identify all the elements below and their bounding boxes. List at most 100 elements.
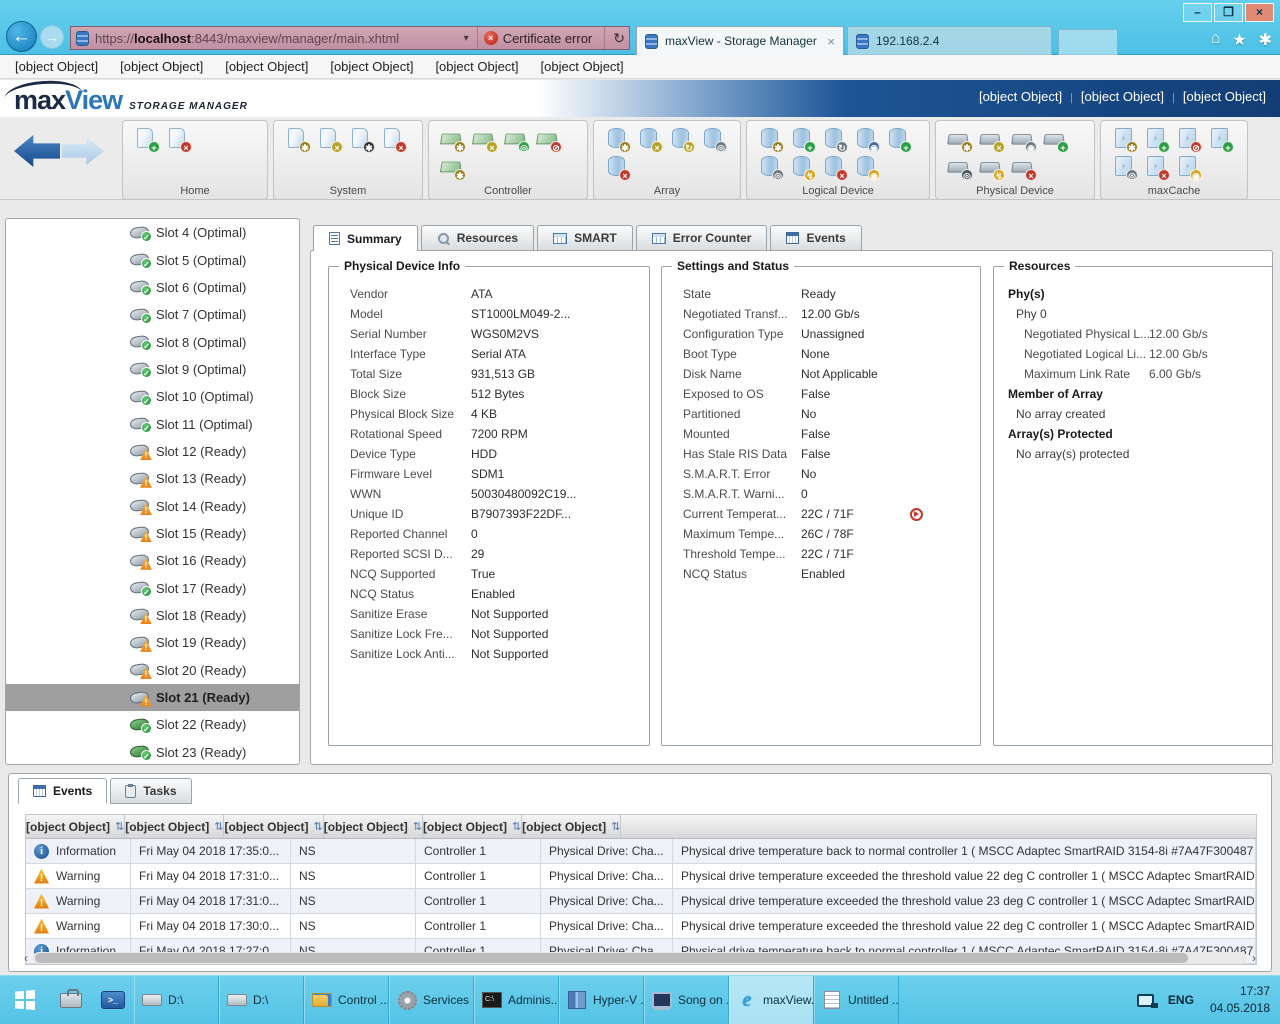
physical-device-locate-icon[interactable]: ◎	[946, 155, 974, 181]
event-row[interactable]: !Warning Fri May 04 2018 17:30:0... NS C…	[26, 914, 1256, 939]
system-properties-icon[interactable]: ×	[316, 127, 344, 153]
maxcache-locate-icon[interactable]: ◎	[1111, 155, 1139, 181]
restore-button[interactable]: ❐	[1214, 3, 1243, 22]
sort-icon[interactable]: ⇅	[413, 820, 422, 833]
add-system-icon[interactable]: +	[133, 127, 161, 153]
taskbar-app-button[interactable]: Song on ...	[644, 976, 729, 1024]
system-settings-icon[interactable]: ✱	[284, 127, 312, 153]
address-bar[interactable]: https://localhost:8443/maxview/manager/m…	[70, 26, 630, 50]
column-header[interactable]: [object Object]⇅	[324, 815, 423, 838]
navigate-back-button[interactable]	[14, 135, 60, 167]
controller-lock-icon[interactable]: ✱	[439, 155, 467, 181]
disable-alarm-icon[interactable]: ⊘	[535, 127, 563, 153]
sidebar-slot-item[interactable]: ✓ Slot 6 (Optimal)	[6, 274, 299, 301]
physical-device-delete-icon[interactable]: ×	[1010, 155, 1038, 181]
taskbar-app-button[interactable]: D:\	[134, 976, 219, 1024]
horizontal-scrollbar[interactable]: ‹ ›	[19, 950, 1261, 966]
certificate-error-button[interactable]: × Certificate error	[477, 27, 599, 49]
logical-device-expand-icon[interactable]: ↻	[821, 127, 849, 153]
taskbar-app-button[interactable]: e maxView...	[729, 976, 814, 1024]
taskbar-app-button[interactable]: D:\	[219, 976, 304, 1024]
physical-device-stats-icon[interactable]: +	[1042, 127, 1070, 153]
logical-device-settings-icon[interactable]: ✱	[757, 127, 785, 153]
tab-close-icon[interactable]: ×	[821, 34, 835, 49]
event-row[interactable]: !Warning Fri May 04 2018 17:31:0... NS C…	[26, 889, 1256, 914]
event-row[interactable]: iInformation Fri May 04 2018 17:35:0... …	[26, 839, 1256, 864]
taskbar-app-button[interactable]: Control ...	[304, 976, 389, 1024]
logical-device-move-icon[interactable]: ◉	[853, 127, 881, 153]
agent-actions-icon[interactable]: ✱	[348, 127, 376, 153]
close-button[interactable]: ×	[1245, 3, 1274, 22]
menu-item[interactable]: [object Object]	[319, 59, 424, 74]
column-header[interactable]: [object Object]⇅	[522, 815, 621, 838]
settings-gear-icon[interactable]: ✱	[1259, 30, 1272, 50]
bottom-tab[interactable]: Tasks	[110, 778, 191, 804]
physical-device-force-icon[interactable]: ↯	[978, 155, 1006, 181]
event-row[interactable]: !Warning Fri May 04 2018 17:31:0... NS C…	[26, 864, 1256, 889]
logical-device-power-icon[interactable]: ◉	[853, 155, 881, 181]
browser-tab[interactable]: 192.168.2.4	[847, 26, 1052, 55]
sort-icon[interactable]: ⇅	[313, 820, 322, 833]
sidebar-slot-item[interactable]: ✓ Slot 17 (Ready)	[6, 574, 299, 601]
maxcache-delete-icon[interactable]: ×	[1143, 155, 1171, 181]
sidebar-slot-item[interactable]: ✓ Slot 4 (Optimal)	[6, 219, 299, 246]
sidebar-slot-item[interactable]: ✓ Slot 10 (Optimal)	[6, 383, 299, 410]
logical-device-locate-icon[interactable]: ◎	[757, 155, 785, 181]
column-header[interactable]: [object Object]⇅	[125, 815, 224, 838]
detail-tab[interactable]: SMART	[537, 225, 633, 250]
delete-system-icon[interactable]: ×	[165, 127, 193, 153]
array-rebuild-icon[interactable]: ↻	[668, 127, 696, 153]
sidebar-slot-item[interactable]: ✓ Slot 5 (Optimal)	[6, 246, 299, 273]
sidebar-slot-item[interactable]: ! Slot 18 (Ready)	[6, 602, 299, 629]
powershell-button[interactable]: >_	[92, 976, 134, 1024]
sort-icon[interactable]: ⇅	[214, 820, 223, 833]
sidebar-slot-item[interactable]: ! Slot 13 (Ready)	[6, 465, 299, 492]
scrollbar-track[interactable]	[33, 952, 1247, 964]
sidebar-slot-item[interactable]: ! Slot 16 (Ready)	[6, 547, 299, 574]
column-header[interactable]: [object Object]⇅	[26, 815, 125, 838]
logical-device-delete-icon[interactable]: ×	[821, 155, 849, 181]
home-icon[interactable]: ⌂	[1211, 30, 1221, 50]
browser-back-button[interactable]: ←	[6, 21, 37, 52]
refresh-icon[interactable]: ↻	[604, 27, 629, 49]
maxcache-settings-icon[interactable]: ✱	[1111, 127, 1139, 153]
sidebar-slot-item[interactable]: ! Slot 15 (Ready)	[6, 520, 299, 547]
minimize-button[interactable]: –	[1183, 3, 1212, 22]
header-link[interactable]: [object Object]	[1070, 89, 1164, 104]
start-button[interactable]	[0, 976, 50, 1024]
menu-item[interactable]: [object Object]	[109, 59, 214, 74]
sidebar-slot-item[interactable]: ✓ Slot 11 (Optimal)	[6, 410, 299, 437]
maxcache-disable-icon[interactable]: ⊘	[1175, 127, 1203, 153]
controller-rescan-icon[interactable]: ◎	[503, 127, 531, 153]
array-locate-icon[interactable]: ◎	[700, 127, 728, 153]
maxcache-stats-icon[interactable]: +	[1207, 127, 1235, 153]
url-dropdown-icon[interactable]: ▾	[456, 33, 477, 44]
sidebar-slot-item[interactable]: ✓ Slot 9 (Optimal)	[6, 356, 299, 383]
browser-forward-button[interactable]: →	[40, 25, 64, 49]
menu-item[interactable]: [object Object]	[530, 59, 635, 74]
maxcache-power-icon[interactable]: ◉	[1175, 155, 1203, 181]
physical-device-power-icon[interactable]: ◉	[1010, 127, 1038, 153]
taskbar-app-button[interactable]: Services	[389, 976, 474, 1024]
scroll-right-icon[interactable]: ›	[1247, 951, 1261, 965]
network-icon[interactable]	[1137, 994, 1154, 1007]
taskbar-app-button[interactable]: Untitled ...	[814, 976, 899, 1024]
scrollbar-thumb[interactable]	[35, 953, 1188, 963]
menu-item[interactable]: [object Object]	[214, 59, 319, 74]
controller-settings-icon[interactable]: ✱	[439, 127, 467, 153]
taskbar-app-button[interactable]: Hyper-V ...	[559, 976, 644, 1024]
scroll-left-icon[interactable]: ‹	[19, 951, 33, 965]
maxcache-create-icon[interactable]: +	[1143, 127, 1171, 153]
taskbar-app-button[interactable]: Adminis...	[474, 976, 559, 1024]
sidebar-slot-item[interactable]: ! Slot 14 (Ready)	[6, 492, 299, 519]
temperature-record-icon[interactable]	[910, 508, 923, 521]
logical-device-stats-icon[interactable]: +	[885, 127, 913, 153]
new-tab-button[interactable]	[1058, 29, 1118, 55]
browser-tab[interactable]: maxView - Storage Manager ×	[636, 26, 844, 55]
logical-device-create-icon[interactable]: +	[789, 127, 817, 153]
sidebar-slot-item[interactable]: ✓ Slot 22 (Ready)	[6, 711, 299, 738]
array-properties-icon[interactable]: ×	[636, 127, 664, 153]
sort-icon[interactable]: ⇅	[115, 820, 124, 833]
sort-icon[interactable]: ⇅	[611, 820, 620, 833]
sidebar-slot-item[interactable]: ! Slot 19 (Ready)	[6, 629, 299, 656]
